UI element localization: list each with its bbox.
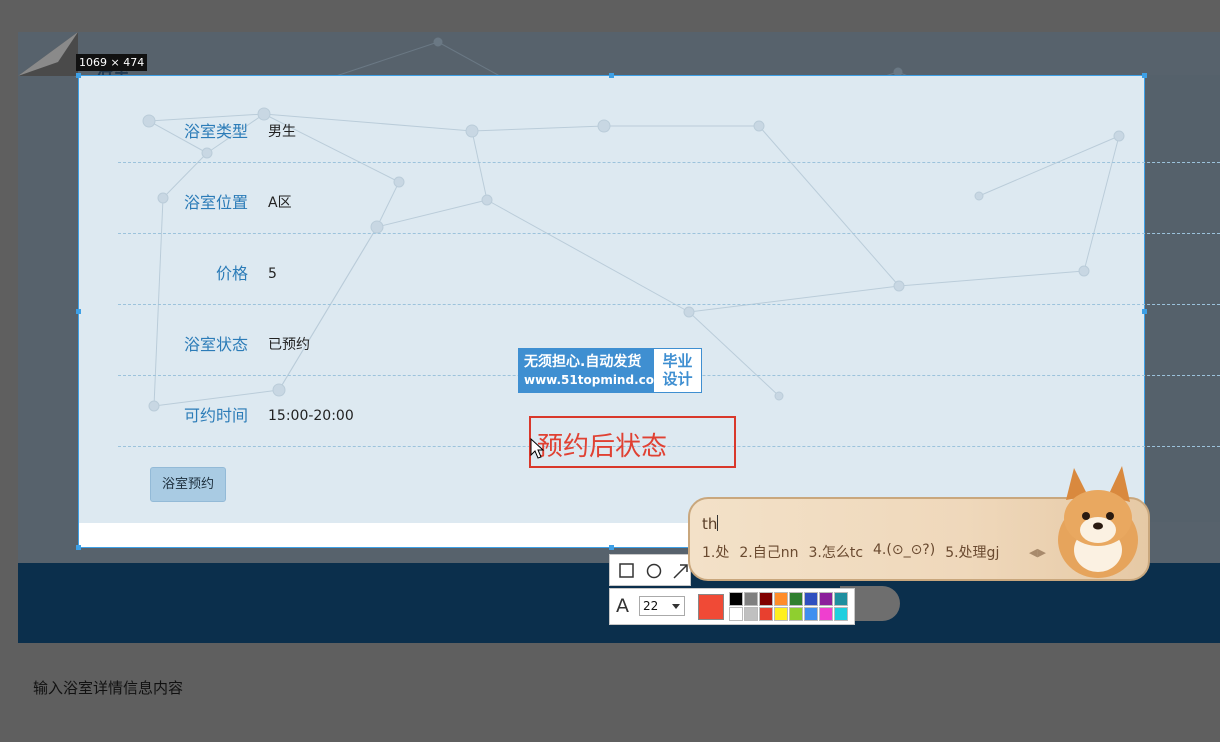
color-swatch[interactable]: [804, 592, 818, 606]
detail-label: 价格: [215, 264, 248, 283]
mouse-cursor-icon: [530, 438, 544, 459]
ime-candidate[interactable]: 2.自己nn: [739, 542, 798, 562]
color-swatch[interactable]: [804, 607, 818, 621]
selection-size-label: 1069 × 474: [76, 54, 148, 71]
watermark-slogan: 无须担心.自动发货: [524, 354, 642, 370]
font-icon: A: [616, 595, 629, 617]
shape-toolbar: [609, 554, 691, 586]
ime-candidate[interactable]: 5.处理gj: [945, 542, 999, 562]
watermark-badge: 无须担心.自动发货 www.51topmind.com 毕业设计: [518, 348, 702, 393]
resize-handle[interactable]: [76, 73, 81, 78]
detail-label: 浴室位置: [183, 193, 248, 212]
detail-label: 浴室类型: [183, 122, 248, 141]
page-curl-decoration: [18, 32, 78, 76]
ime-composition-text: th: [702, 515, 718, 533]
font-size-value: 22: [643, 599, 659, 613]
color-swatch[interactable]: [774, 607, 788, 621]
detail-value: 5: [268, 266, 277, 282]
resize-handle[interactable]: [76, 309, 81, 314]
ime-composition: th: [702, 515, 719, 533]
color-swatch[interactable]: [744, 592, 758, 606]
book-bathroom-button[interactable]: 浴室预约: [150, 467, 226, 502]
color-swatch[interactable]: [819, 592, 833, 606]
resize-handle[interactable]: [609, 73, 614, 78]
ime-candidates: 1.处 2.自己nn 3.怎么tc 4.(⊙_⊙?) 5.处理gj: [702, 542, 999, 562]
ime-candidate[interactable]: 1.处: [702, 542, 729, 562]
resize-handle[interactable]: [1142, 73, 1147, 78]
resize-handle[interactable]: [609, 545, 614, 550]
text-caret: [717, 515, 719, 531]
color-swatch[interactable]: [774, 592, 788, 606]
color-swatch[interactable]: [729, 592, 743, 606]
color-palette: [729, 592, 851, 622]
color-swatch[interactable]: [819, 607, 833, 621]
text-annotation-box[interactable]: 预约后状态: [529, 416, 736, 468]
arrow-icon[interactable]: [672, 562, 690, 580]
resize-handle[interactable]: [76, 545, 81, 550]
detail-value: 男生: [268, 124, 296, 140]
detail-value: 15:00-20:00: [268, 408, 354, 424]
shiba-dog-mascot-icon: [1058, 466, 1138, 578]
detail-value: A区: [268, 195, 292, 211]
text-style-toolbar: A 22: [609, 588, 855, 625]
color-swatch[interactable]: [834, 592, 848, 606]
ellipse-icon[interactable]: [645, 562, 663, 580]
ime-candidate[interactable]: 3.怎么tc: [808, 542, 863, 562]
detail-value: 已预约: [268, 337, 310, 353]
detail-label: 可约时间: [183, 406, 248, 425]
color-swatch[interactable]: [759, 607, 773, 621]
watermark-left: 无须担心.自动发货 www.51topmind.com: [519, 349, 667, 392]
detail-row-location: 浴室位置 A区: [118, 163, 1220, 234]
detail-row-price: 价格 5: [118, 234, 1220, 305]
current-color-swatch[interactable]: [698, 594, 724, 620]
watermark-url: www.51topmind.com: [524, 373, 667, 387]
color-swatch[interactable]: [744, 607, 758, 621]
color-swatch[interactable]: [729, 607, 743, 621]
color-swatch[interactable]: [789, 592, 803, 606]
color-swatch[interactable]: [759, 592, 773, 606]
annotation-text: 预约后状态: [537, 432, 668, 462]
color-swatch[interactable]: [834, 607, 848, 621]
watermark-tag: 毕业设计: [654, 349, 701, 392]
detail-input-hint: 输入浴室详情信息内容: [33, 679, 184, 697]
font-size-select[interactable]: 22: [639, 596, 685, 616]
detail-label: 浴室状态: [183, 335, 248, 354]
rectangle-icon[interactable]: [618, 562, 636, 580]
ime-candidate[interactable]: 4.(⊙_⊙?): [873, 542, 935, 562]
detail-row-type: 浴室类型 男生: [118, 92, 1220, 163]
color-swatch[interactable]: [789, 607, 803, 621]
chevron-down-icon: [672, 604, 680, 609]
